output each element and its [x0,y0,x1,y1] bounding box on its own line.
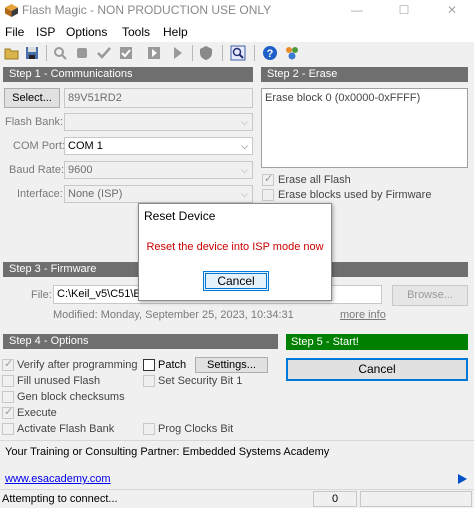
erase-all-label: Erase all Flash [278,174,351,186]
gen-checksums-checkbox[interactable] [2,391,14,403]
menu-options[interactable]: Options [66,25,107,39]
interface-select[interactable]: None (ISP) ⌵ [64,185,253,203]
verify-label: Verify after programming [17,359,138,371]
menu-isp[interactable]: ISP [36,25,55,39]
com-port-select[interactable]: COM 1 ⌵ [64,137,253,155]
baud-rate-value: 9600 [68,164,93,176]
security-bit-checkbox[interactable] [143,375,155,387]
open-icon[interactable] [4,45,20,61]
next-icon[interactable] [170,45,186,61]
reset-device-dialog: Reset Device Reset the device into ISP m… [138,203,332,301]
execute-label: Execute [17,407,57,419]
sector-view-icon[interactable] [230,45,246,61]
svg-text:?: ? [267,48,274,60]
footer-divider [0,440,474,441]
chevron-down-icon: ⌵ [241,189,248,199]
gen-checksums-label: Gen block checksums [17,391,125,403]
website-link[interactable]: www.esacademy.com [5,473,111,485]
window-title: Flash Magic - NON PRODUCTION USE ONLY [22,3,272,17]
menu-file[interactable]: File [5,25,24,39]
chevron-down-icon: ⌵ [241,117,248,127]
chevron-down-icon: ⌵ [241,141,248,151]
status-bar: Attempting to connect... 0 [0,489,474,508]
security-icon[interactable] [198,45,214,61]
fill-unused-label: Fill unused Flash [17,375,101,387]
fill-unused-checkbox[interactable] [2,375,14,387]
security-bit-label: Set Security Bit 1 [158,375,243,387]
erase-block-list[interactable]: Erase block 0 (0x0000-0xFFFF) [261,88,468,168]
minimize-button[interactable]: — [335,0,379,22]
run-icon[interactable] [146,45,162,61]
toolbar-separator [254,45,255,61]
dialog-cancel-button[interactable]: Cancel [203,271,269,291]
progress-bar [360,491,472,507]
prog-clocks-label: Prog Clocks Bit [158,423,234,435]
erase-icon[interactable] [74,45,90,61]
search-icon[interactable] [52,45,68,61]
toolbar-separator [192,45,193,61]
com-port-label: COM Port: [13,140,65,152]
status-spacer [112,491,312,507]
erase-all-checkbox[interactable] [262,172,274,186]
title-bar: Flash Magic - NON PRODUCTION USE ONLY — … [0,0,474,22]
browse-button[interactable]: Browse... [392,285,468,306]
step4-header: Step 4 - Options [3,334,278,349]
execute-checkbox[interactable] [2,405,14,419]
erase-firmware-checkbox[interactable] [262,189,274,201]
patch-checkbox[interactable] [143,359,155,371]
baud-rate-label: Baud Rate: [9,164,65,176]
more-info-link[interactable]: more info [340,309,386,321]
menu-tools[interactable]: Tools [122,25,150,39]
status-count: 0 [332,493,339,505]
patch-label: Patch [158,359,187,371]
select-device-button[interactable]: Select... [4,88,60,108]
toolbar: ? [0,42,474,64]
step5-header: Step 5 - Start! [286,334,468,350]
maximize-button[interactable]: ☐ [382,0,426,22]
com-port-value: COM 1 [68,140,103,152]
verify-checkbox[interactable] [2,357,14,371]
step5-cancel-button[interactable]: Cancel [286,358,468,381]
blank-check-icon[interactable] [118,45,134,61]
help-icon[interactable]: ? [262,45,278,61]
save-icon[interactable] [24,45,40,61]
activate-bank-checkbox[interactable] [2,423,14,435]
menu-bar: File ISP Options Tools Help [0,22,474,42]
prog-clocks-checkbox[interactable] [143,423,155,435]
dialog-message: Reset the device into ISP mode now [146,241,324,253]
menu-help[interactable]: Help [163,25,188,39]
file-label: File: [31,289,52,301]
step1-header: Step 1 - Communications [3,67,253,82]
chevron-down-icon: ⌵ [241,165,248,175]
flash-magic-window: Flash Magic - NON PRODUCTION USE ONLY — … [0,0,474,508]
close-button[interactable]: ✕ [430,0,474,22]
play-icon[interactable] [458,474,467,484]
status-text: Attempting to connect... [2,493,118,505]
interface-value: None (ISP) [68,188,123,200]
device-field: 89V51RD2 [64,88,253,108]
app-icon [5,4,18,17]
verify-icon[interactable] [96,45,112,61]
interface-label: Interface: [17,188,63,200]
flash-bank-select[interactable]: ⌵ [64,113,253,131]
settings-button[interactable]: Settings... [195,357,268,373]
erase-block-item[interactable]: Erase block 0 (0x0000-0xFFFF) [265,92,420,104]
step2-header: Step 2 - Erase [261,67,468,82]
community-icon[interactable] [284,45,300,61]
activate-bank-label: Activate Flash Bank [17,423,115,435]
flash-bank-label: Flash Bank: [5,116,64,128]
dialog-title: Reset Device [144,209,216,223]
baud-rate-select[interactable]: 9600 ⌵ [64,161,253,179]
toolbar-separator [222,45,223,61]
toolbar-separator [46,45,47,61]
erase-firmware-label: Erase blocks used by Firmware [278,189,432,201]
modified-text: Modified: Monday, September 25, 2023, 10… [53,309,294,321]
partner-text: Your Training or Consulting Partner: Emb… [5,446,330,458]
